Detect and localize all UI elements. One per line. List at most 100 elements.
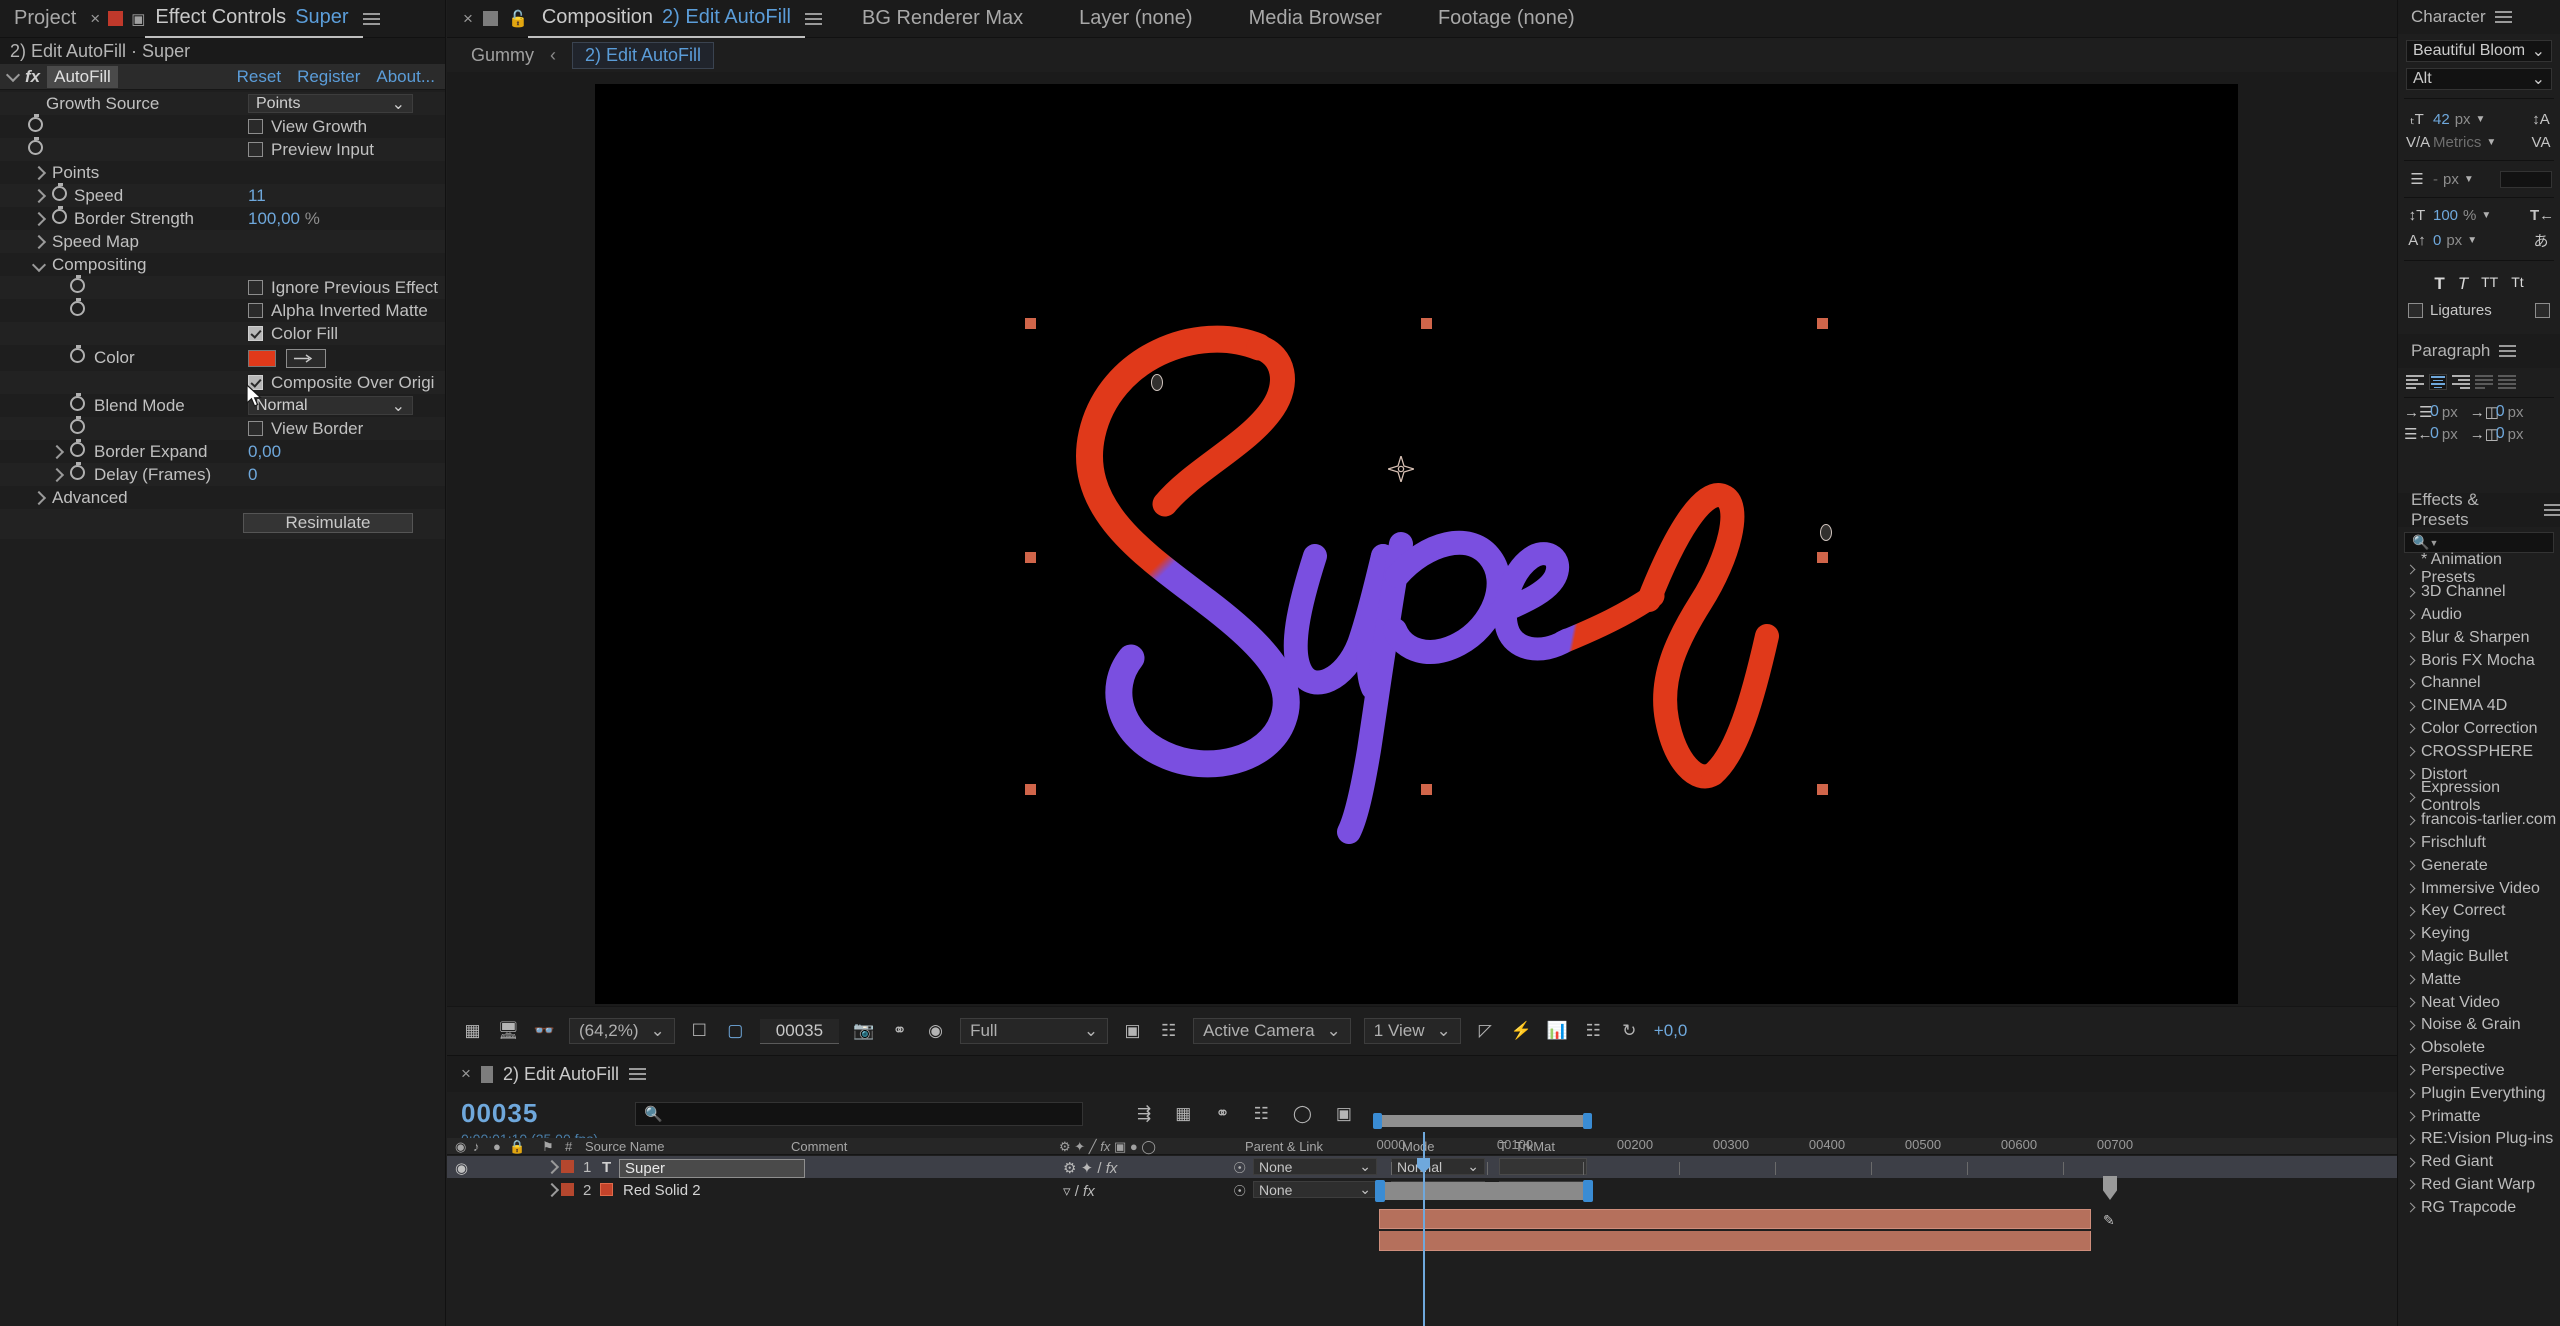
chevron-right-icon[interactable] xyxy=(2405,632,2416,643)
effects-preset-item[interactable]: RE:Vision Plug-ins xyxy=(2398,1128,2560,1151)
border-strength-value[interactable]: 100,00 % xyxy=(248,209,320,229)
effects-preset-item[interactable]: Immersive Video xyxy=(2398,877,2560,900)
hindi-digits-checkbox[interactable] xyxy=(2535,303,2550,318)
timeline-ruler[interactable]: 0000 00100 00200 00300 00400 00500 00600… xyxy=(1367,1132,2397,1176)
border-expand-value[interactable]: 0,00 xyxy=(248,442,281,462)
col-source-name[interactable]: Source Name xyxy=(585,1139,664,1154)
delay-frames-value[interactable]: 0 xyxy=(248,465,257,485)
label-color-chip[interactable] xyxy=(561,1160,574,1177)
parent-select[interactable]: None ⌄ xyxy=(1253,1158,1377,1175)
anchor-point-icon[interactable] xyxy=(1385,453,1417,489)
current-time-indicator[interactable] xyxy=(1417,1132,1430,1326)
graph-editor-icon[interactable]: ▣ xyxy=(1336,1104,1352,1124)
chevron-down-icon[interactable]: ▼ xyxy=(2467,235,2477,246)
chevron-right-icon[interactable] xyxy=(2405,860,2416,871)
panel-menu-icon[interactable] xyxy=(2494,8,2512,26)
chevron-right-icon[interactable] xyxy=(49,444,65,459)
prop-preview-input[interactable]: Preview Input xyxy=(0,136,445,161)
layer-name[interactable]: Super xyxy=(619,1159,805,1178)
breadcrumb-current[interactable]: 2) Edit AutoFill xyxy=(572,41,715,69)
prop-composite-over-original[interactable]: Composite Over Origi xyxy=(0,371,445,407)
prop-blend-mode[interactable]: Blend Mode Normal ⌄ xyxy=(0,392,445,417)
prop-group-compositing[interactable]: Compositing xyxy=(0,253,445,276)
chevron-down-icon[interactable] xyxy=(5,67,21,82)
col-parent-link[interactable]: Parent & Link xyxy=(1245,1139,1323,1154)
tab-media-browser[interactable]: Media Browser xyxy=(1235,0,1396,38)
font-size-value[interactable]: 42 xyxy=(2433,111,2450,128)
layer-name[interactable]: Red Solid 2 xyxy=(623,1182,701,1199)
align-center-button[interactable] xyxy=(2429,374,2447,390)
prop-border-expand[interactable]: Border Expand 0,00 xyxy=(0,438,445,463)
work-area-start-handle[interactable] xyxy=(1373,1113,1382,1129)
views-select[interactable]: 1 View ⌄ xyxy=(1363,1018,1461,1044)
prop-growth-source[interactable]: Growth Source Points ⌄ xyxy=(0,92,445,115)
chevron-right-icon[interactable] xyxy=(2405,1043,2416,1054)
effects-preset-item[interactable]: Audio xyxy=(2398,604,2560,627)
col-comment[interactable]: Comment xyxy=(791,1139,847,1154)
effects-preset-item[interactable]: Key Correct xyxy=(2398,900,2560,923)
effects-preset-item[interactable]: CINEMA 4D xyxy=(2398,695,2560,718)
speed-value[interactable]: 11 xyxy=(248,186,266,206)
chevron-down-icon[interactable]: ▼ xyxy=(2481,210,2491,221)
stopwatch-icon[interactable] xyxy=(70,297,85,321)
prop-speed[interactable]: Speed 11 xyxy=(0,182,445,207)
effects-preset-item[interactable]: Boris FX Mocha xyxy=(2398,649,2560,672)
prop-ignore-previous-effect[interactable]: Ignore Previous Effect xyxy=(0,274,445,299)
chevron-right-icon[interactable] xyxy=(2405,724,2416,734)
expand-twirl-icon[interactable] xyxy=(544,1159,560,1176)
toggle-viewer-icon[interactable]: 🖥 xyxy=(497,1021,520,1042)
prop-color[interactable]: Color xyxy=(0,345,445,371)
region-of-interest-toggle-icon[interactable]: ▣ xyxy=(1121,1021,1144,1042)
prop-view-growth[interactable]: View Growth xyxy=(0,113,445,138)
ligatures-row[interactable]: Ligatures xyxy=(2398,299,2560,322)
pen-tool-marker-icon[interactable]: ✎ xyxy=(2103,1212,2115,1229)
stopwatch-icon[interactable] xyxy=(70,415,85,439)
chevron-right-icon[interactable] xyxy=(2405,1179,2416,1190)
font-size-row[interactable]: ₜT 42 px ▼ ↕A xyxy=(2398,107,2560,131)
panel-menu-icon[interactable] xyxy=(2499,342,2517,360)
shy-icon[interactable]: ◯ xyxy=(1293,1104,1312,1124)
chevron-down-icon[interactable]: ▼ xyxy=(2486,137,2496,148)
stroke-width-row[interactable]: ☰ - px ▼ xyxy=(2398,167,2560,191)
growth-source-dropdown[interactable]: Points ⌄ xyxy=(248,94,413,113)
chevron-right-icon[interactable] xyxy=(2405,587,2416,598)
close-icon[interactable]: × xyxy=(90,9,100,29)
space-after-value[interactable]: 0 xyxy=(2496,425,2505,443)
vertical-scale-value[interactable]: 100 xyxy=(2433,207,2458,224)
timeline-tab-label[interactable]: 2) Edit AutoFill xyxy=(503,1064,619,1085)
small-caps-button[interactable]: Tt xyxy=(2511,274,2523,294)
panel-menu-icon[interactable] xyxy=(804,10,822,28)
layer-clip-bar[interactable] xyxy=(1379,1231,2091,1251)
effects-preset-item[interactable]: Noise & Grain xyxy=(2398,1014,2560,1037)
breadcrumb-parent[interactable]: Gummy xyxy=(471,45,534,66)
vertical-scale-row[interactable]: ↕T 100 % ▼ T← xyxy=(2398,204,2560,227)
chevron-right-icon[interactable] xyxy=(2405,655,2416,666)
chevron-right-icon[interactable] xyxy=(2405,792,2416,803)
baseline-shift-row[interactable]: A↑ 0 px ▼ あ xyxy=(2398,227,2560,254)
fast-previews-icon[interactable]: ⚡ xyxy=(1510,1021,1533,1042)
effects-preset-item[interactable]: Perspective xyxy=(2398,1060,2560,1083)
panel-menu-icon[interactable] xyxy=(629,1065,646,1083)
tab-layer[interactable]: Layer (none) xyxy=(1065,0,1206,38)
resolution-select[interactable]: Full ⌄ xyxy=(960,1018,1109,1044)
prop-group-advanced[interactable]: Advanced xyxy=(0,486,445,509)
exposure-value[interactable]: +0,0 xyxy=(1654,1021,1688,1041)
parent-pickwhip-icon[interactable]: ☉ xyxy=(1233,1159,1246,1177)
chevron-right-icon[interactable] xyxy=(49,467,65,482)
faux-italic-button[interactable]: T xyxy=(2458,274,2468,294)
font-family-select[interactable]: Beautiful Bloom ⌄ xyxy=(2406,40,2552,62)
kerning-value[interactable]: Metrics xyxy=(2433,134,2481,151)
expand-twirl-icon[interactable] xyxy=(544,1182,560,1199)
effects-preset-item[interactable]: Expression Controls xyxy=(2398,779,2560,814)
tab-effect-controls[interactable]: Effect Controls Super xyxy=(145,0,363,38)
chevron-right-icon[interactable] xyxy=(2405,678,2416,689)
3d-glasses-icon[interactable]: 👓 xyxy=(533,1021,556,1042)
view-growth-checkbox[interactable] xyxy=(248,119,263,134)
chevron-right-icon[interactable] xyxy=(2405,929,2416,940)
ignore-previous-effect-checkbox[interactable] xyxy=(248,280,263,295)
solo-icon[interactable]: ● xyxy=(493,1139,501,1154)
stopwatch-icon[interactable] xyxy=(52,205,67,229)
composition-canvas[interactable] xyxy=(595,84,2238,1004)
justify-last-left-button[interactable] xyxy=(2475,374,2493,390)
effects-preset-item[interactable]: Plugin Everything xyxy=(2398,1082,2560,1105)
